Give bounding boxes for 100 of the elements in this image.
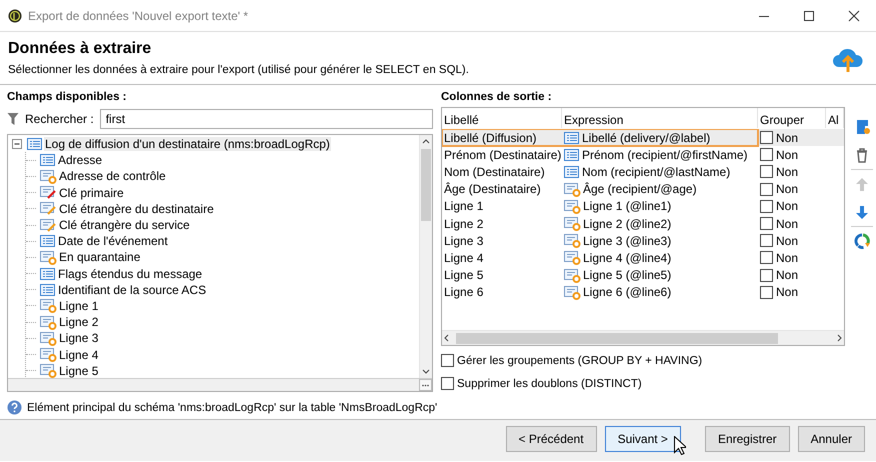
section-label: Champs disponibles :: [7, 91, 128, 105]
list-gear-icon: [40, 330, 57, 346]
window-title: Export de données 'Nouvel export texte' *: [28, 8, 250, 22]
checkbox[interactable]: [760, 165, 773, 178]
table-cell: Ligne 2 (@line2): [583, 216, 672, 231]
tree-item[interactable]: En quarantaine: [58, 250, 142, 264]
tree-item[interactable]: Ligne 2: [58, 315, 100, 330]
list-icon: [564, 130, 580, 145]
list-gear-icon: [564, 250, 581, 266]
table-row[interactable]: Âge (Destinataire) Âge (recipient/@age) Non: [442, 180, 844, 198]
scroll-thumb[interactable]: [421, 149, 431, 221]
tree-item[interactable]: Date de l'événement: [57, 234, 169, 248]
tree-item[interactable]: Ligne 5: [58, 364, 100, 378]
wizard-button[interactable]: Suivant >: [604, 426, 681, 452]
list-gear-icon: [564, 284, 581, 300]
search-field[interactable]: first: [100, 109, 433, 129]
checkbox-label: Supprimer les doublons (DISTINCT): [457, 378, 642, 390]
list-gear-icon: [564, 233, 581, 248]
close-icon[interactable]: [848, 10, 860, 22]
tree-item[interactable]: Flags étendus du message: [57, 266, 204, 281]
list-gear-icon: [564, 268, 581, 283]
table-cell-text: Ligne 4: [443, 250, 484, 265]
checkbox-label: Non: [776, 285, 798, 300]
table-row[interactable]: Ligne 2 Ligne 2 (@line2) Non: [442, 214, 844, 232]
list-icon: [564, 164, 580, 179]
checkbox[interactable]: [760, 286, 773, 299]
tree-item[interactable]: Identifiant de la source ACS: [57, 282, 208, 297]
table-row[interactable]: Ligne 1 Ligne 1 (@line1) Non: [442, 198, 844, 215]
tree-item[interactable]: Ligne 1: [58, 298, 100, 313]
column-header[interactable]: Libellé: [442, 108, 562, 128]
table-row[interactable]: Ligne 6 Ligne 6 (@line6) Non: [442, 284, 844, 301]
info-text: Elément principal du schéma 'nms:broadLogRcp' sur la table 'NmsBroadLogRcp': [27, 402, 438, 414]
checkbox[interactable]: [760, 148, 773, 162]
column-header[interactable]: Grouper: [758, 108, 826, 128]
checkbox[interactable]: [760, 182, 773, 196]
tree-item[interactable]: Ligne 4: [58, 348, 100, 362]
wizard-button[interactable]: Enregistrer: [704, 426, 790, 452]
list-gear-icon: [564, 198, 581, 214]
list-icon: [40, 234, 56, 248]
scrollbar[interactable]: [419, 135, 432, 378]
table-cell-text: Ligne 1: [443, 199, 484, 214]
tree-item[interactable]: Clé étrangère du destinataire: [58, 202, 215, 216]
checkbox[interactable]: [760, 268, 773, 282]
checkbox[interactable]: [760, 234, 773, 248]
list-icon: [40, 266, 56, 281]
checkbox-label: Non: [776, 164, 798, 179]
list-key-icon: [40, 201, 57, 216]
maximize-icon[interactable]: [803, 10, 815, 22]
table-cell-text: Nom (Destinataire): [443, 164, 546, 179]
table-cell-text: Prénom (Destinataire): [443, 148, 562, 162]
scroll-thumb[interactable]: [456, 332, 778, 344]
tree-item[interactable]: Adresse: [57, 153, 104, 168]
table-cell: Âge (recipient/@age): [583, 182, 697, 196]
tree-item[interactable]: Log de diffusion d'un destinataire (nms:broadLogRcp): [44, 137, 331, 152]
table-cell: Ligne 4 (@line4): [583, 250, 672, 265]
cursor-icon: [674, 436, 686, 455]
checkbox[interactable]: [760, 217, 773, 230]
tree-item[interactable]: Clé étrangère du service: [58, 218, 191, 232]
table-cell-text: Libellé (Diffusion): [443, 130, 538, 145]
table-cell-text: Ligne 6: [443, 285, 484, 300]
section-label: Colonnes de sortie :: [441, 91, 553, 105]
list-gear-icon: [40, 298, 57, 314]
ellipsis-icon: [422, 384, 429, 386]
tree-item[interactable]: Ligne 3: [58, 331, 100, 346]
table-cell: Ligne 3 (@line3): [583, 234, 672, 248]
list-gear-icon: [40, 250, 57, 265]
delete-icon: [854, 147, 870, 163]
add-column-icon: [854, 119, 870, 135]
table-cell: Nom (recipient/@lastName): [582, 164, 730, 179]
distribution-icon: [854, 233, 870, 249]
table-cell: Ligne 5 (@line5): [583, 268, 672, 282]
filter-icon: [7, 112, 19, 126]
list-icon: [564, 148, 580, 162]
tree-item[interactable]: Clé primaire: [58, 186, 125, 200]
checkbox[interactable]: [441, 354, 454, 367]
checkbox[interactable]: [760, 251, 773, 264]
column-header[interactable]: Al: [826, 108, 844, 128]
table-row[interactable]: Prénom (Destinataire) Prénom (recipient/@firstName) Non: [442, 146, 844, 164]
arrow-down-icon: [854, 204, 870, 220]
table-row[interactable]: Ligne 4 Ligne 4 (@line4) Non: [442, 249, 844, 266]
tree-item[interactable]: Adresse de contrôle: [58, 169, 167, 184]
table-cell: Ligne 1 (@line1): [583, 199, 672, 214]
collapse-icon[interactable]: [12, 138, 23, 150]
checkbox[interactable]: [760, 200, 773, 213]
checkbox-label: Non: [776, 216, 798, 231]
help-icon: [7, 400, 22, 415]
checkbox[interactable]: [760, 131, 773, 144]
wizard-button[interactable]: Annuler: [798, 426, 865, 452]
list-icon: [40, 153, 56, 168]
table-row[interactable]: Ligne 3 Ligne 3 (@line3) Non: [442, 232, 844, 250]
table-cell-text: Ligne 3: [443, 234, 484, 248]
search-label: Rechercher :: [25, 112, 94, 126]
table-row[interactable]: Ligne 5 Ligne 5 (@line5) Non: [442, 266, 844, 284]
column-header[interactable]: Expression: [562, 108, 758, 128]
previous-button[interactable]: < Précédent: [506, 426, 597, 452]
checkbox[interactable]: [441, 377, 454, 390]
scrollbar[interactable]: [442, 330, 844, 345]
table-row[interactable]: Libellé (Diffusion) Libellé (delivery/@label) Non: [442, 129, 844, 146]
table-row[interactable]: Nom (Destinataire) Nom (recipient/@lastName) Non: [442, 163, 844, 181]
table-cell-text: Ligne 5: [443, 268, 484, 282]
